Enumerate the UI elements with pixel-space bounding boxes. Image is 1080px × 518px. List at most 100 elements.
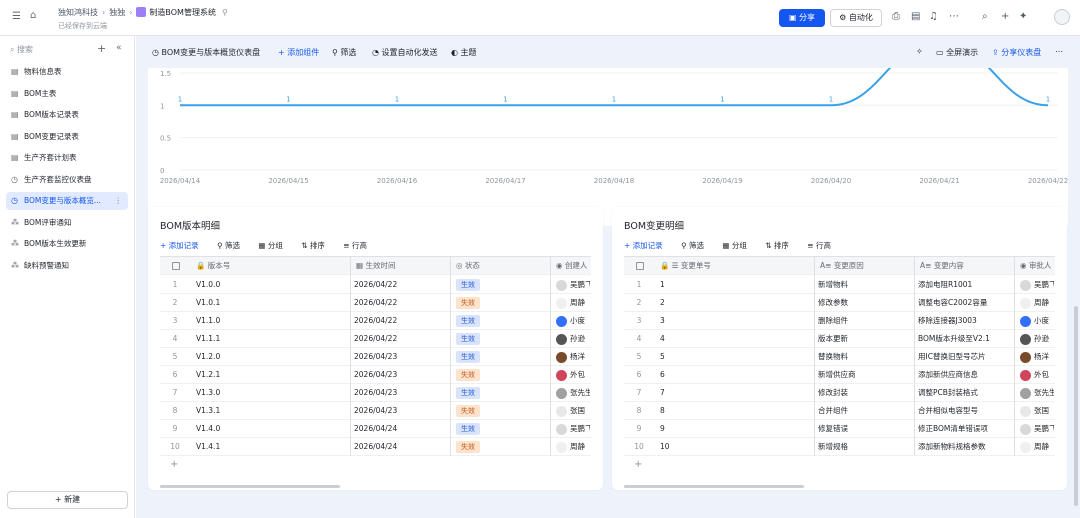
table-row[interactable]: 4 4 版本更新 BOM版本升级至V2.1 孙逊 xyxy=(624,330,1055,348)
sidebar-item[interactable]: ⁂ 缺料预警通知 xyxy=(6,257,128,275)
column-header[interactable]: 🔒 版本号 xyxy=(196,257,348,275)
table-row[interactable]: 10 10 新增规格 添加新物料规格参数 周静 xyxy=(624,438,1055,456)
avatar xyxy=(1020,333,1031,345)
sidebar-item[interactable]: ▤ 物料信息表 xyxy=(6,63,128,81)
sidebar-search[interactable]: ⌕ 搜索 xyxy=(10,44,33,55)
sort-button[interactable]: ⇅ 排序 xyxy=(301,241,333,250)
table-row[interactable]: 8 V1.3.1 2026/04/23 失效 张国 xyxy=(160,402,591,420)
sidebar-item[interactable]: ◷ 生产齐套监控仪表盘 xyxy=(6,171,128,189)
table-row[interactable]: 3 V1.1.0 2026/04/22 生效 小度 xyxy=(160,312,591,330)
status-cell: 生效 xyxy=(456,330,546,348)
person-cell: 外包 xyxy=(1020,366,1054,384)
template-icon[interactable]: ⎙ xyxy=(892,11,900,22)
sidebar-item-label: BOM变更记录表 xyxy=(24,131,79,141)
filter-button[interactable]: ⚲ 筛选 xyxy=(217,241,248,250)
group-button[interactable]: ▦ 分组 xyxy=(722,241,754,250)
share-button[interactable]: ▣ 分享 xyxy=(779,9,825,27)
table-row[interactable]: 7 7 修改封装 调整PCB封装格式 张先生 xyxy=(624,384,1055,402)
table-cell: V1.4.1 xyxy=(196,442,221,451)
table-row[interactable]: 6 6 新增供应商 添加新供应商信息 外包 xyxy=(624,366,1055,384)
sidebar-item[interactable]: ▤ 生产齐套计划表 xyxy=(6,149,128,167)
add-row-button[interactable]: + xyxy=(170,456,178,472)
automation-button[interactable]: ⚙ 自动化 xyxy=(830,9,882,27)
x-tick-label: 2026/04/19 xyxy=(702,177,742,185)
table-row[interactable]: 8 8 合并组件 合并相似电容型号 张国 xyxy=(624,402,1055,420)
table-icon: ▤ xyxy=(11,131,19,141)
auto-send-button[interactable]: ◔ 设置自动化发送 xyxy=(372,47,438,58)
add-row-button[interactable]: + xyxy=(634,456,642,472)
pin-icon[interactable]: ⚲ xyxy=(222,8,228,17)
notification-icon[interactable]: ♫ xyxy=(929,11,938,22)
table-cell: 2026/04/22 xyxy=(354,280,398,289)
table-row[interactable]: 1 V1.0.0 2026/04/22 生效 吴鹏飞 xyxy=(160,276,591,294)
add-icon[interactable]: + xyxy=(97,42,106,55)
select-all-checkbox[interactable] xyxy=(636,257,644,275)
breadcrumb-item[interactable]: 独知鸿科技 xyxy=(58,8,98,17)
table-cell: BOM版本升级至V2.1 xyxy=(918,334,990,343)
column-header[interactable]: ▦ 生效时间 xyxy=(356,257,448,275)
document-icon[interactable]: ▤ xyxy=(911,11,920,22)
data-label: 1 xyxy=(286,95,290,103)
vertical-scrollbar[interactable] xyxy=(1074,306,1078,506)
table-row[interactable]: 9 V1.4.0 2026/04/24 生效 吴鹏飞 xyxy=(160,420,591,438)
column-header[interactable]: A≡ 变更内容 xyxy=(920,257,1012,275)
table-row[interactable]: 9 9 修复错误 修正BOM清单错误项 吴鹏飞 xyxy=(624,420,1055,438)
horizontal-scrollbar[interactable] xyxy=(160,485,340,488)
table-cell: V1.3.0 xyxy=(196,388,221,397)
row-height-button[interactable]: ≡ 行高 xyxy=(343,241,375,250)
breadcrumb-item[interactable]: 独独 xyxy=(109,8,125,17)
horizontal-scrollbar[interactable] xyxy=(624,485,804,488)
select-all-checkbox[interactable] xyxy=(172,257,180,275)
ai-sparkle-icon[interactable]: ✦ xyxy=(1019,11,1027,22)
table-row[interactable]: 10 V1.4.1 2026/04/24 失效 周静 xyxy=(160,438,591,456)
add-record-button[interactable]: + 添加记录 xyxy=(160,241,207,250)
sidebar-item[interactable]: ▤ BOM版本记录表 xyxy=(6,106,128,124)
avatar xyxy=(556,315,567,327)
search-icon[interactable]: ⌕ xyxy=(982,11,988,22)
collapse-sidebar-icon[interactable]: ☰ xyxy=(12,12,21,22)
table-row[interactable]: 5 5 替换物料 用IC替换旧型号芯片 杨洋 xyxy=(624,348,1055,366)
table-row[interactable]: 6 V1.2.1 2026/04/23 失效 外包 xyxy=(160,366,591,384)
add-component-button[interactable]: + 添加组件 xyxy=(278,47,319,58)
filter-button[interactable]: ⚲ 筛选 xyxy=(681,241,712,250)
home-icon[interactable]: ⌂ xyxy=(30,11,36,21)
sidebar-item[interactable]: ⁂ BOM评审通知 xyxy=(6,214,128,232)
table-row[interactable]: 1 1 新增物料 添加电阻R1001 吴鹏飞 xyxy=(624,276,1055,294)
column-header[interactable]: A≡ 变更原因 xyxy=(820,257,912,275)
fullscreen-button[interactable]: ▭ 全屏演示 xyxy=(936,47,978,58)
table-row[interactable]: 7 V1.3.0 2026/04/23 生效 张先生 xyxy=(160,384,591,402)
sort-button[interactable]: ⇅ 排序 xyxy=(765,241,797,250)
table-row[interactable]: 2 2 修改参数 调整电容C2002容量 周静 xyxy=(624,294,1055,312)
sidebar-item[interactable]: ▤ BOM变更记录表 xyxy=(6,128,128,146)
more-icon[interactable]: ⋯ xyxy=(1055,47,1063,56)
column-header[interactable]: ◉ 审批人 xyxy=(1020,257,1055,275)
ai-icon[interactable]: ✧ xyxy=(916,47,923,56)
sidebar-item[interactable]: ◷ BOM变更与版本概览... ⋮ xyxy=(6,192,128,210)
app-title[interactable]: 制造BOM管理系统 xyxy=(149,8,216,17)
add-record-button[interactable]: + 添加记录 xyxy=(624,241,671,250)
collapse-icon[interactable]: « xyxy=(116,43,122,53)
more-icon[interactable]: ⋮ xyxy=(115,192,123,210)
table-row[interactable]: 5 V1.2.0 2026/04/23 生效 杨洋 xyxy=(160,348,591,366)
new-button[interactable]: + 新建 xyxy=(7,491,128,509)
table-row[interactable]: 4 V1.1.1 2026/04/22 生效 孙逊 xyxy=(160,330,591,348)
column-header[interactable]: ◎ 状态 xyxy=(456,257,548,275)
theme-button[interactable]: ◐ 主题 xyxy=(451,47,477,58)
row-height-button[interactable]: ≡ 行高 xyxy=(807,241,839,250)
person-cell: 孙逊 xyxy=(556,330,590,348)
table-row[interactable]: 2 V1.0.1 2026/04/22 失效 周静 xyxy=(160,294,591,312)
sidebar-item[interactable]: ⁂ BOM版本生效更新 xyxy=(6,235,128,253)
user-avatar[interactable] xyxy=(1054,9,1070,25)
sidebar-item[interactable]: ▤ BOM主表 xyxy=(6,85,128,103)
search-input[interactable]: 搜索 xyxy=(17,45,33,54)
more-icon[interactable]: ⋯ xyxy=(949,11,959,22)
add-icon[interactable]: + xyxy=(1001,11,1009,22)
group-button[interactable]: ▦ 分组 xyxy=(258,241,290,250)
column-header[interactable]: ◉ 创建人 xyxy=(556,257,591,275)
share-dashboard-button[interactable]: ⇪ 分享仪表盘 xyxy=(992,47,1041,58)
filter-button[interactable]: ⚲ 筛选 xyxy=(332,47,356,58)
data-label: 1 xyxy=(395,95,399,103)
table-row[interactable]: 3 3 删除组件 移除连接器J3003 小度 xyxy=(624,312,1055,330)
sidebar-item-label: BOM主表 xyxy=(24,88,57,98)
column-header[interactable]: 🔒 ☰ 变更单号 xyxy=(660,257,812,275)
